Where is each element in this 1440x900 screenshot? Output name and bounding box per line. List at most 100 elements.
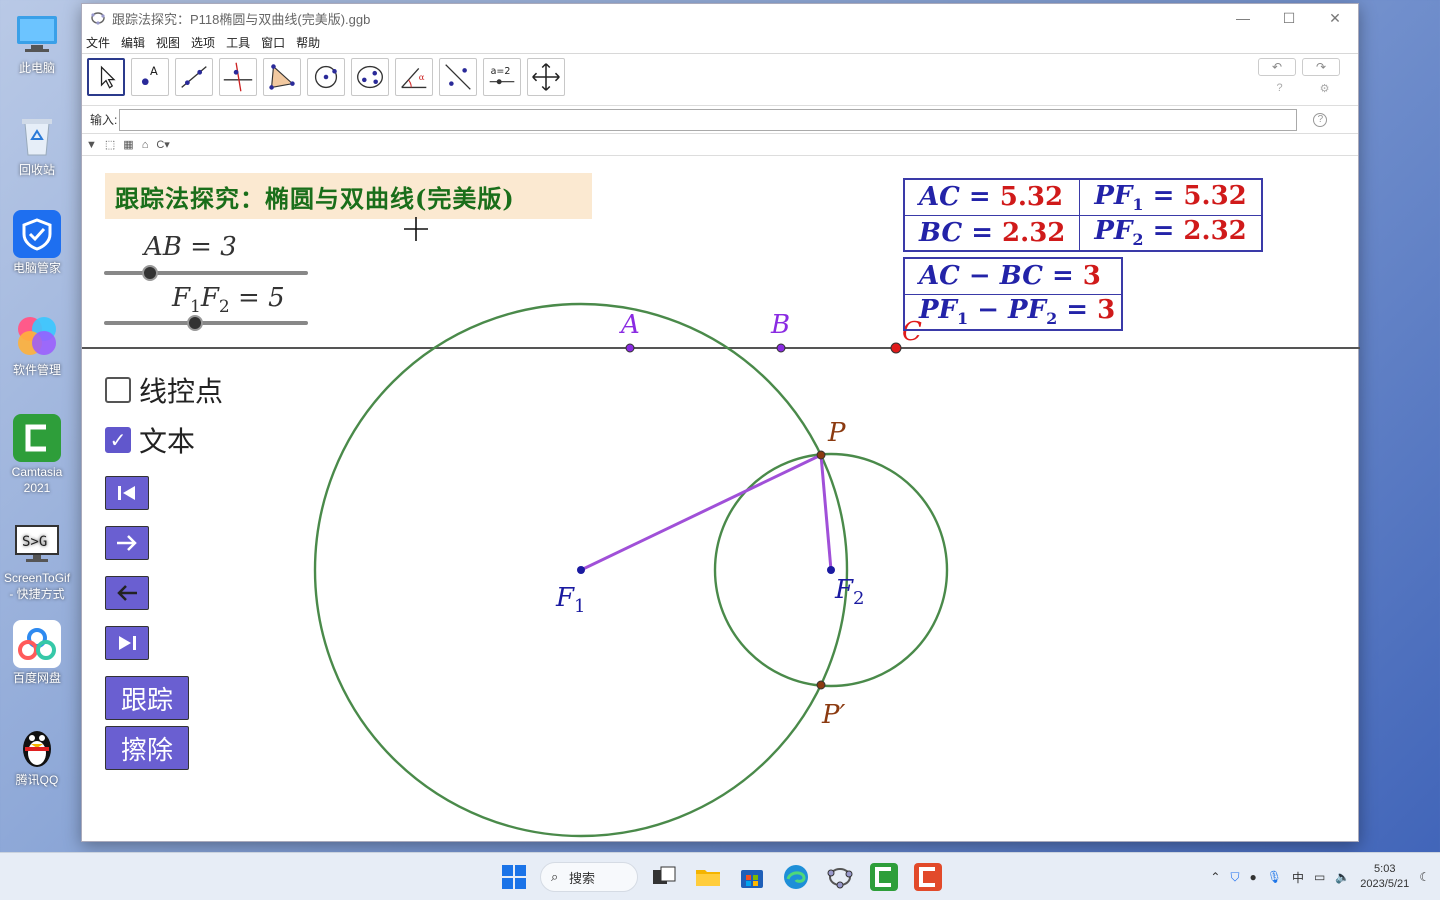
point-c[interactable] <box>890 342 902 354</box>
last-step-button[interactable] <box>105 626 149 660</box>
menu-edit[interactable]: 编辑 <box>121 34 145 51</box>
cell-ac-minus-bc-value: 3 <box>1082 261 1101 292</box>
chevron-up-icon[interactable]: ⌃ <box>1210 870 1220 884</box>
circle-center-tool-button[interactable] <box>307 58 345 96</box>
cell-pf1-value: 5.32 <box>1183 180 1247 211</box>
grid-icon[interactable]: ▦ <box>123 138 133 151</box>
menu-tools[interactable]: 工具 <box>226 34 250 51</box>
qq-tray-icon[interactable]: ● <box>1250 870 1257 884</box>
minimize-button[interactable]: — <box>1220 4 1266 32</box>
menu-view[interactable]: 视图 <box>156 34 180 51</box>
first-step-button[interactable] <box>105 476 149 510</box>
slider-f1f2-sub2: 2 <box>218 297 230 318</box>
checkbox-line-control[interactable]: 线控点 <box>105 370 223 410</box>
notification-icon[interactable]: ☾ <box>1419 870 1430 884</box>
cell-pf2-value: 2.32 <box>1183 216 1247 247</box>
slider-ab-knob[interactable] <box>142 265 158 281</box>
clock[interactable]: 5:03 2023/5/21 <box>1360 862 1409 892</box>
input-help-icon[interactable]: ? <box>1313 112 1328 127</box>
system-tray: ⌃ ⛉ ● 🎙 中 ▭ 🔈 5:03 2023/5/21 ☾ <box>1210 853 1430 900</box>
angle-tool-button[interactable]: α <box>395 58 433 96</box>
point-b[interactable] <box>776 343 786 353</box>
point-f2[interactable] <box>827 566 835 574</box>
store-icon[interactable] <box>738 863 766 891</box>
capture-icon[interactable]: C▾ <box>156 138 169 151</box>
desktop-icon-label: 百度网盘 <box>12 671 61 685</box>
desktop-icon-camtasia[interactable]: Camtasia 2021 <box>4 414 70 496</box>
monitor-icon <box>13 10 61 58</box>
slider-tool-button[interactable]: a=2 <box>483 58 521 96</box>
point-a[interactable] <box>625 343 635 353</box>
erase-button[interactable]: 擦除 <box>105 726 189 770</box>
speaker-icon[interactable]: 🔈 <box>1335 870 1350 884</box>
desktop-icon-pc-manager[interactable]: 电脑管家 <box>4 210 70 276</box>
reflect-tool-button[interactable] <box>439 58 477 96</box>
file-explorer-icon[interactable] <box>694 863 722 891</box>
geogebra-logo-icon <box>91 12 105 25</box>
menu-file[interactable]: 文件 <box>86 34 110 51</box>
previous-step-button[interactable] <box>105 576 149 610</box>
desktop-icon-screentogif[interactable]: S>G ScreenToGif - 快捷方式 <box>4 520 70 602</box>
label-f1-sub: 1 <box>574 596 585 617</box>
maximize-button[interactable]: ☐ <box>1266 4 1312 32</box>
input-field[interactable] <box>119 108 1298 131</box>
slider-f1f2-f2: F <box>200 283 219 313</box>
move-tool-button[interactable] <box>87 58 125 96</box>
ime-indicator[interactable]: 中 <box>1292 869 1304 886</box>
desktop-icon-software-manager[interactable]: 软件管理 <box>4 312 70 378</box>
crosshair-cursor-icon <box>404 217 428 241</box>
perpendicular-tool-button[interactable] <box>219 58 257 96</box>
close-button[interactable]: ✕ <box>1312 4 1358 32</box>
shield-tray-icon[interactable]: ⛉ <box>1230 870 1239 885</box>
menu-window[interactable]: 窗口 <box>261 34 285 51</box>
reflect-line-icon <box>445 64 471 90</box>
cell-pf2: PF2 = 2.32 <box>1079 214 1263 252</box>
redo-button[interactable]: ↷ <box>1302 58 1340 76</box>
camtasia-recorder-taskbar-icon[interactable] <box>914 863 942 891</box>
cell-pf1-sub: 1 <box>1132 194 1144 214</box>
point-tool-button[interactable]: A <box>131 58 169 96</box>
geogebra-taskbar-icon[interactable] <box>826 863 854 891</box>
menu-help[interactable]: 帮助 <box>296 34 320 51</box>
gear-icon[interactable]: ⚙ <box>1320 82 1330 95</box>
edge-browser-icon[interactable] <box>782 863 810 891</box>
polygon-tool-button[interactable] <box>263 58 301 96</box>
desktop-icon-this-pc[interactable]: 此电脑 <box>4 10 70 76</box>
angle-icon: α <box>401 68 427 89</box>
trace-button[interactable]: 跟踪 <box>105 676 189 720</box>
slider-f1f2-knob[interactable] <box>187 315 203 331</box>
chevron-down-icon[interactable]: ▼ <box>86 139 97 151</box>
next-step-button[interactable] <box>105 526 149 560</box>
help-icon[interactable]: ? <box>1277 82 1283 95</box>
move-view-tool-button[interactable] <box>527 58 565 96</box>
point-p[interactable] <box>816 450 826 460</box>
circle-center-icon <box>314 65 338 89</box>
segment-pf1 <box>580 453 822 572</box>
point-p-prime[interactable] <box>816 680 826 690</box>
desktop-icon-recycle-bin[interactable]: 回收站 <box>4 112 70 178</box>
label-f1: F1 <box>555 583 586 617</box>
axes-icon[interactable]: ⬚ <box>105 138 115 151</box>
home-icon[interactable]: ⌂ <box>142 139 149 151</box>
undo-button[interactable]: ↶ <box>1258 58 1296 76</box>
circle-three-points-tool-button[interactable] <box>351 58 389 96</box>
graphics-view[interactable]: A B C P P′ F1 F2 跟踪法探究：椭圆与双曲线(完美版) AB = … <box>82 158 1360 843</box>
windows-start-icon[interactable] <box>500 863 528 891</box>
slider-ab-track[interactable] <box>104 271 308 275</box>
point-f1[interactable] <box>577 566 585 574</box>
menu-options[interactable]: 选项 <box>191 34 215 51</box>
network-icon[interactable]: ▭ <box>1314 870 1325 884</box>
checkbox-line-control-box[interactable] <box>105 377 131 403</box>
checkbox-text-box[interactable]: ✓ <box>105 427 131 453</box>
desktop-icon-baidu-netdisk[interactable]: 百度网盘 <box>4 620 70 686</box>
microphone-icon[interactable]: 🎙 <box>1267 870 1282 884</box>
checkbox-text[interactable]: ✓ 文本 <box>105 420 195 460</box>
task-view-icon[interactable] <box>650 863 678 891</box>
camtasia-taskbar-icon[interactable] <box>870 863 898 891</box>
line-tool-button[interactable] <box>175 58 213 96</box>
desktop-icon-qq[interactable]: 腾讯QQ <box>4 722 70 788</box>
slider-f1f2-track[interactable] <box>104 321 308 325</box>
taskbar-search[interactable]: ⌕ 搜索 <box>540 862 638 892</box>
cell-pf2-label: PF <box>1094 216 1133 247</box>
cell-pf2-eq: = <box>1143 216 1184 247</box>
